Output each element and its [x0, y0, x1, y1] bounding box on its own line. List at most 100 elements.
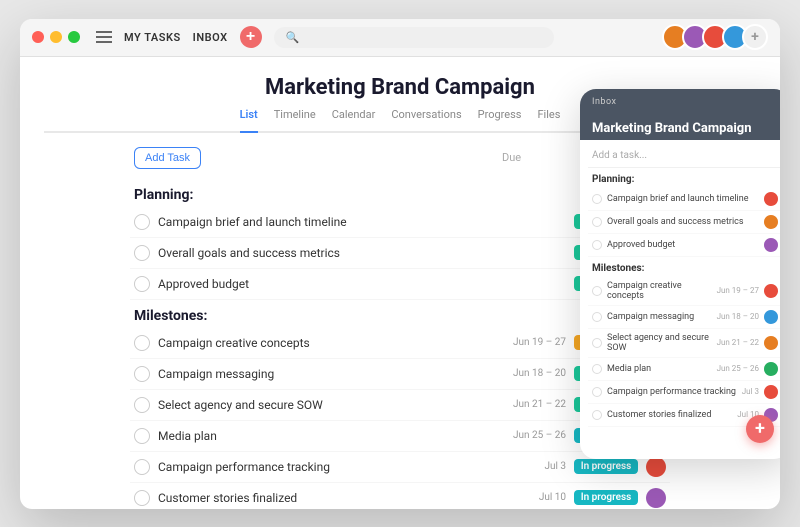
mp-checkbox[interactable] — [592, 240, 602, 250]
task-name: Campaign performance tracking — [158, 460, 498, 474]
mobile-panel: Inbox Marketing Brand Campaign Add a tas… — [580, 89, 780, 459]
mp-checkbox[interactable] — [592, 312, 602, 322]
mobile-panel-header-label: Inbox — [580, 89, 780, 115]
task-checkbox[interactable] — [134, 397, 150, 413]
task-name: Approved budget — [158, 277, 498, 291]
mp-avatar — [764, 385, 778, 399]
task-avatar — [646, 488, 666, 508]
task-checkbox[interactable] — [134, 335, 150, 351]
mp-avatar — [764, 215, 778, 229]
task-due: Jun 18 – 20 — [506, 368, 566, 379]
mp-task-row: Campaign messaging Jun 18 – 20 — [588, 306, 780, 329]
task-name: Select agency and secure SOW — [158, 398, 498, 412]
top-avatars: + — [662, 24, 768, 50]
mp-avatar — [764, 238, 778, 252]
mp-task-due: Jul 3 — [742, 387, 759, 396]
mp-task-row: Media plan Jun 25 – 26 — [588, 358, 780, 381]
tab-timeline[interactable]: Timeline — [274, 108, 316, 125]
task-checkbox[interactable] — [134, 276, 150, 292]
tab-files[interactable]: Files — [537, 108, 560, 125]
task-status: In progress — [574, 490, 638, 505]
minimize-button[interactable] — [50, 31, 62, 43]
mp-task-due: Jun 25 – 26 — [717, 364, 759, 373]
mp-task-name: Select agency and secure SOW — [607, 333, 712, 353]
window-controls — [32, 31, 80, 43]
task-checkbox[interactable] — [134, 428, 150, 444]
task-name: Media plan — [158, 429, 498, 443]
mp-task-due: Jun 21 – 22 — [717, 338, 759, 347]
tab-conversations[interactable]: Conversations — [391, 108, 461, 125]
search-bar[interactable]: 🔍 — [274, 27, 554, 48]
task-checkbox[interactable] — [134, 490, 150, 506]
mp-task-row: Select agency and secure SOW Jun 21 – 22 — [588, 329, 780, 358]
mobile-section-planning: Planning: — [588, 168, 780, 188]
mp-avatar — [764, 284, 778, 298]
mp-task-name: Approved budget — [607, 240, 759, 250]
nav-inbox[interactable]: INBOX — [193, 31, 228, 44]
task-name: Campaign brief and launch timeline — [158, 215, 498, 229]
close-button[interactable] — [32, 31, 44, 43]
mp-avatar — [764, 192, 778, 206]
task-checkbox[interactable] — [134, 459, 150, 475]
mp-avatar — [764, 310, 778, 324]
nav-my-tasks[interactable]: MY TASKS — [124, 31, 181, 44]
maximize-button[interactable] — [68, 31, 80, 43]
task-name: Overall goals and success metrics — [158, 246, 498, 260]
task-due: Jul 3 — [506, 461, 566, 472]
task-name: Campaign messaging — [158, 367, 498, 381]
task-due: Jun 25 – 26 — [506, 430, 566, 441]
mp-task-row: Overall goals and success metrics — [588, 211, 780, 234]
mobile-panel-body: Add a task... Planning: Campaign brief a… — [580, 140, 780, 454]
mp-task-name: Campaign creative concepts — [607, 281, 712, 301]
task-status: In progress — [574, 459, 638, 474]
mp-task-name: Overall goals and success metrics — [607, 217, 759, 227]
mp-checkbox[interactable] — [592, 286, 602, 296]
task-due: Jul 10 — [506, 492, 566, 503]
tab-progress[interactable]: Progress — [478, 108, 522, 125]
task-name: Customer stories finalized — [158, 491, 498, 505]
mp-checkbox[interactable] — [592, 217, 602, 227]
task-checkbox[interactable] — [134, 245, 150, 261]
mp-task-row: Campaign performance tracking Jul 3 — [588, 381, 780, 404]
mp-task-name: Media plan — [607, 364, 712, 374]
search-icon: 🔍 — [286, 31, 300, 44]
task-checkbox[interactable] — [134, 214, 150, 230]
mp-task-name: Customer stories finalized — [607, 410, 732, 420]
nav-bar: MY TASKS INBOX + 🔍 — [96, 26, 662, 48]
mp-avatar — [764, 362, 778, 376]
hamburger-icon[interactable] — [96, 31, 112, 43]
task-due: Jun 21 – 22 — [506, 399, 566, 410]
task-avatar — [646, 457, 666, 477]
task-checkbox[interactable] — [134, 366, 150, 382]
mp-checkbox[interactable] — [592, 410, 602, 420]
title-bar: MY TASKS INBOX + 🔍 + — [20, 19, 780, 57]
mp-checkbox[interactable] — [592, 194, 602, 204]
mp-task-row: Approved budget — [588, 234, 780, 257]
mp-checkbox[interactable] — [592, 387, 602, 397]
add-task-button[interactable]: Add Task — [134, 147, 201, 169]
add-button[interactable]: + — [240, 26, 262, 48]
col-due-header: Due — [502, 151, 521, 164]
mobile-panel-title: Marketing Brand Campaign — [580, 115, 780, 140]
tab-list[interactable]: List — [240, 108, 258, 133]
mp-checkbox[interactable] — [592, 364, 602, 374]
task-name: Campaign creative concepts — [158, 336, 498, 350]
mp-task-name: Campaign performance tracking — [607, 387, 737, 397]
mp-task-row: Campaign creative concepts Jun 19 – 27 — [588, 277, 780, 306]
task-row: Customer stories finalized Jul 10 In pro… — [130, 483, 670, 509]
tab-calendar[interactable]: Calendar — [332, 108, 376, 125]
mobile-add-task[interactable]: Add a task... — [588, 144, 780, 168]
mp-task-due: Jun 19 – 27 — [717, 286, 759, 295]
mp-task-name: Campaign brief and launch timeline — [607, 194, 759, 204]
mp-avatar — [764, 336, 778, 350]
mp-task-due: Jun 18 – 20 — [717, 312, 759, 321]
app-window: MY TASKS INBOX + 🔍 + Marketing Brand Cam… — [20, 19, 780, 509]
mp-task-row: Campaign brief and launch timeline — [588, 188, 780, 211]
mobile-fab-button[interactable]: + — [746, 415, 774, 443]
mp-checkbox[interactable] — [592, 338, 602, 348]
mobile-section-milestones: Milestones: — [588, 257, 780, 277]
mp-task-name: Campaign messaging — [607, 312, 712, 322]
task-due: Jun 19 – 27 — [506, 337, 566, 348]
add-avatar-button[interactable]: + — [742, 24, 768, 50]
avatar-group: + — [662, 24, 768, 50]
